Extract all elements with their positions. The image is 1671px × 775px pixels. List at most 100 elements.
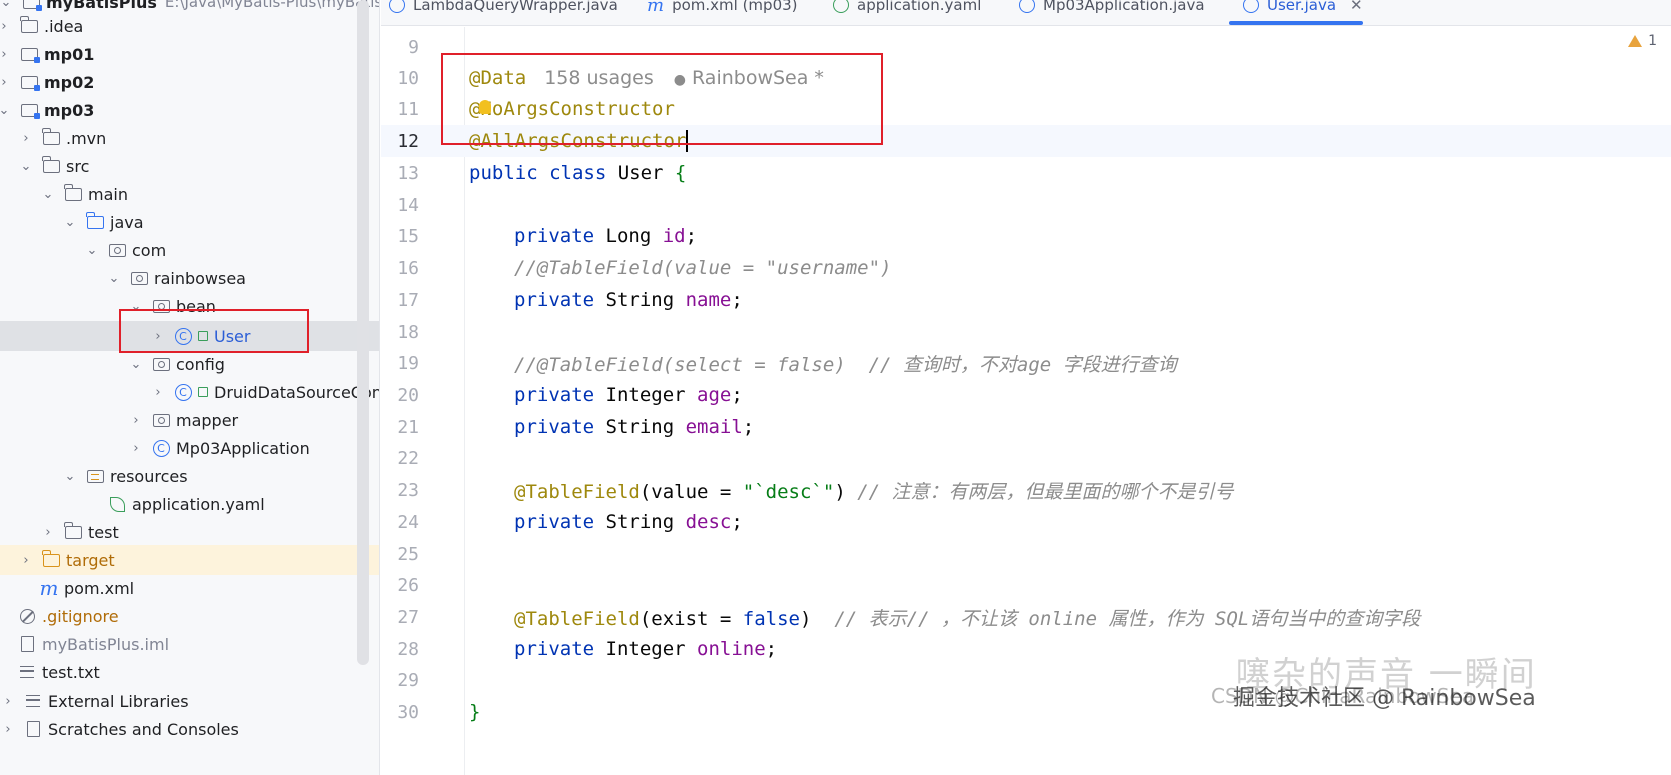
tree-item-mp02[interactable]: › mp02 [0, 67, 379, 97]
chevron-right-icon: › [23, 552, 29, 568]
tree-label: myBatisPlus [46, 0, 157, 12]
code-content: @TableField(value = "`desc`") // 注意：有两层，… [514, 477, 1234, 504]
field-name: email [685, 416, 743, 438]
tab-label: application.yaml [857, 0, 982, 14]
field-name: id [662, 225, 686, 247]
tree-label: Mp03Application [176, 438, 310, 458]
tree-item-gitignore[interactable]: .gitignore [0, 601, 379, 631]
file-icon [18, 635, 36, 653]
code-line-17: 17 private String name; [381, 284, 1671, 316]
tree-item-com[interactable]: ⌄ com [0, 235, 379, 265]
close-icon[interactable]: ✕ [1350, 0, 1363, 14]
line-number: 15 [397, 225, 419, 247]
maven-icon: m [39, 576, 59, 600]
line-number: 12 [397, 130, 419, 152]
code-text: (exist = [639, 607, 743, 630]
tree-item-mvn[interactable]: › .mvn [0, 123, 379, 153]
tree-item-mp03[interactable]: ⌄ mp03 [0, 95, 379, 125]
annotation: @TableField [514, 480, 640, 503]
type: Long [594, 225, 663, 247]
tree-label: mp01 [44, 44, 95, 64]
keyword: private [514, 416, 595, 438]
chevron-down-icon: ⌄ [86, 242, 98, 258]
tab-application-yaml[interactable]: application.yaml [833, 0, 981, 17]
tree-item-iml[interactable]: myBatisPlus.iml [0, 629, 379, 659]
class-icon [1243, 0, 1259, 13]
tree-label: test [88, 522, 119, 542]
tree-item-mp01[interactable]: › mp01 [0, 39, 379, 69]
code-content: @TableField(exist = false) // 表示// ，不让该 … [514, 604, 1420, 631]
tree-label: mapper [176, 410, 239, 430]
code-line-21: 21 private String email; [381, 411, 1671, 443]
lock-icon [198, 387, 208, 397]
tree-item-external-libraries[interactable]: › External Libraries [0, 686, 379, 716]
code-line-25: 25 [381, 538, 1671, 570]
code-line-24: 24 private String desc; [381, 506, 1671, 538]
code-line-23: 23 @TableField(value = "`desc`") // 注意：有… [381, 474, 1671, 506]
code-line-19: 19 //@TableField(select = false) // 查询时，… [381, 347, 1671, 379]
line-number: 18 [397, 321, 419, 343]
keyword: private [514, 225, 595, 247]
chevron-right-icon: › [133, 440, 139, 456]
tree-item-scratches[interactable]: › Scratches and Consoles [0, 714, 379, 744]
tree-item-main[interactable]: ⌄ main [0, 179, 379, 209]
tab-label: Mp03Application.java [1043, 0, 1205, 14]
tree-item-java[interactable]: ⌄ java [0, 207, 379, 237]
class-icon [389, 0, 405, 13]
code-editor[interactable]: 1 9 10 @Data 158 usages ● RainbowSea * 11 … [381, 27, 1671, 775]
spring-boot-class-icon: C [152, 439, 170, 457]
tab-lambdaquerywrapper[interactable]: LambdaQueryWrapper.java [389, 0, 618, 17]
tab-mp03application[interactable]: Mp03Application.java [1019, 0, 1205, 17]
chevron-down-icon: ⌄ [108, 270, 120, 286]
tree-item-config[interactable]: ⌄ config [0, 349, 379, 379]
line-number: 16 [397, 257, 419, 279]
code-line-27: 27 @TableField(exist = false) // 表示// ，不… [381, 601, 1671, 633]
tree-item-test-txt[interactable]: test.txt [0, 657, 379, 687]
line-number: 23 [397, 479, 419, 501]
tree-label: java [110, 212, 144, 232]
line-number: 11 [397, 98, 419, 120]
tree-label: application.yaml [132, 494, 265, 514]
code-content: private String desc; [514, 511, 743, 533]
tab-user-java[interactable]: User.java ✕ [1243, 0, 1363, 17]
keyword: private [514, 289, 595, 311]
tree-item-rainbowsea[interactable]: ⌄ rainbowsea [0, 263, 379, 293]
tree-item-resources[interactable]: ⌄ resources [0, 461, 379, 491]
tree-label: rainbowsea [154, 268, 246, 288]
comment: //@TableField(select = false) // 查询时，不对a… [514, 353, 1177, 376]
red-highlight-box-user [119, 309, 309, 353]
tree-label: DruidDataSourceConfig [214, 382, 380, 402]
tree-label: mp02 [44, 72, 95, 92]
line-number: 17 [397, 289, 419, 311]
tree-item-pom[interactable]: m pom.xml [0, 573, 379, 603]
comment: //@TableField(value = "username") [514, 257, 892, 279]
tree-item-idea[interactable]: › .idea [0, 11, 379, 41]
tree-item-application-yaml[interactable]: application.yaml [0, 489, 379, 519]
tree-item-test[interactable]: › test [0, 517, 379, 547]
code-content: private Integer age; [514, 384, 743, 406]
tree-label: .mvn [66, 128, 107, 148]
keyword: public class [469, 162, 607, 184]
tree-scrollbar[interactable] [357, 0, 369, 665]
module-icon [20, 45, 40, 63]
chevron-down-icon: ⌄ [130, 356, 142, 372]
chevron-right-icon: › [1, 74, 7, 90]
chevron-right-icon: › [5, 721, 11, 737]
string-literal: "`desc`" [742, 480, 835, 503]
semicolon: ; [731, 289, 743, 311]
tree-item-src[interactable]: ⌄ src [0, 151, 379, 181]
code-line-16: 16 //@TableField(value = "username") [381, 252, 1671, 284]
tree-item-druid-config[interactable]: › C DruidDataSourceConfig [0, 377, 380, 407]
line-number: 22 [397, 447, 419, 469]
tree-item-mapper[interactable]: › mapper [0, 405, 379, 435]
tree-label: test.txt [42, 662, 100, 682]
module-icon [22, 0, 42, 11]
tree-item-mp03application[interactable]: › C Mp03Application [0, 433, 379, 463]
tab-pom[interactable]: m pom.xml (mp03) [647, 0, 798, 17]
chevron-right-icon: › [155, 384, 161, 400]
chevron-down-icon: ⌄ [0, 0, 12, 10]
tree-item-target[interactable]: › target [0, 545, 379, 575]
line-number: 28 [397, 638, 419, 660]
tree-label: .idea [44, 16, 84, 36]
folder-icon [64, 183, 82, 203]
